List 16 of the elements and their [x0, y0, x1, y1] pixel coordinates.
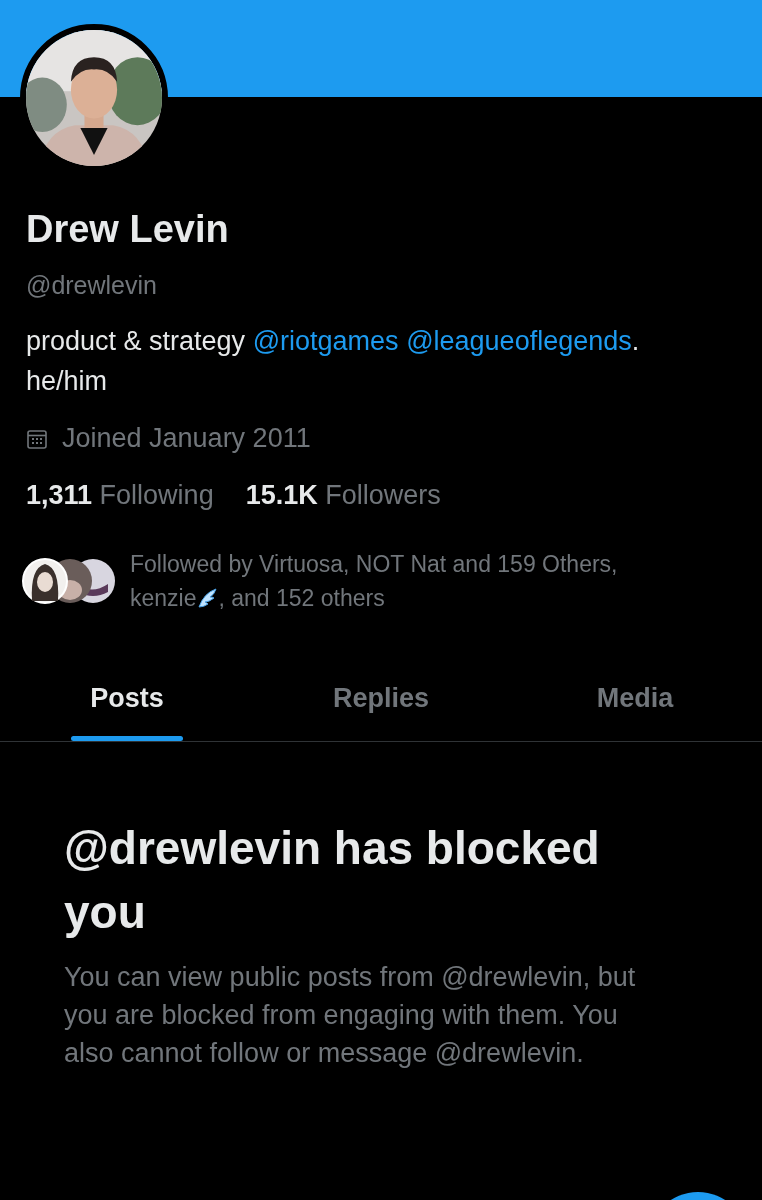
mention-link[interactable]: @leagueoflegends: [406, 326, 632, 356]
join-date: Joined January 2011: [62, 423, 311, 454]
profile-tab[interactable]: Replies: [254, 655, 508, 741]
blocked-message: You can view public posts from @drewlevin, but you are blocked from engaging with them. You also cannot follow or message @drewlevin.: [64, 961, 637, 1070]
wing-icon: [196, 587, 219, 609]
followed-by-text[interactable]: Followed by Virtuosa, NOT Nat and 159 Others, kenzie , and 152 others: [130, 547, 690, 615]
profile-tab[interactable]: Posts: [0, 655, 254, 741]
blocked-heading: @drewlevin has blocked you: [64, 821, 601, 940]
follow-stat-link[interactable]: 1,311 Following: [26, 480, 214, 511]
calendar-icon: [26, 427, 48, 450]
mention-link[interactable]: @riotgames: [252, 326, 399, 356]
profile-tab[interactable]: Media: [508, 655, 762, 741]
display-name: Drew Levin: [26, 207, 230, 252]
follow-stat-link[interactable]: 15.1K Followers: [245, 480, 441, 511]
username: @drewlevin: [26, 270, 157, 301]
bio-text: product & strategy @riotgames @leagueoflegends. he/him: [26, 325, 641, 398]
